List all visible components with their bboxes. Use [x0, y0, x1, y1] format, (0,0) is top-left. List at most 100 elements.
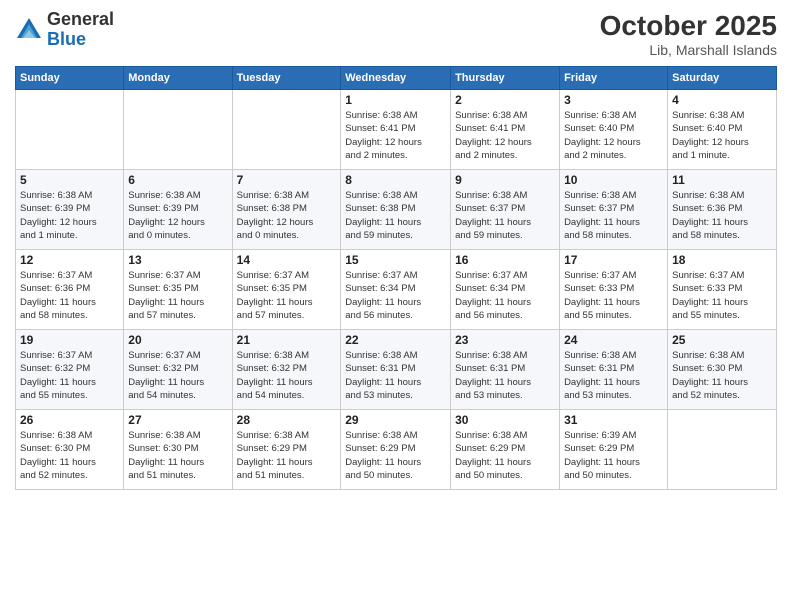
cell-w5-d6: 31 Sunrise: 6:39 AMSunset: 6:29 PMDayligh…: [560, 410, 668, 490]
day-number: 24: [564, 333, 663, 347]
day-number: 31: [564, 413, 663, 427]
day-number: 19: [20, 333, 119, 347]
cell-w3-d1: 12 Sunrise: 6:37 AMSunset: 6:36 PMDayligh…: [16, 250, 124, 330]
day-info: Sunrise: 6:38 AMSunset: 6:29 PMDaylight:…: [455, 429, 555, 482]
day-number: 21: [237, 333, 337, 347]
day-info: Sunrise: 6:37 AMSunset: 6:34 PMDaylight:…: [345, 269, 446, 322]
cell-w2-d6: 10 Sunrise: 6:38 AMSunset: 6:37 PMDayligh…: [560, 170, 668, 250]
day-number: 12: [20, 253, 119, 267]
header-thursday: Thursday: [451, 67, 560, 90]
cell-w3-d7: 18Sunrise: 6:37 AMSunset: 6:33 PMDayligh…: [668, 250, 777, 330]
day-info: Sunrise: 6:38 AMSunset: 6:36 PMDaylight:…: [672, 189, 772, 242]
day-info: Sunrise: 6:38 AMSunset: 6:30 PMDaylight:…: [128, 429, 227, 482]
cell-w5-d2: 27 Sunrise: 6:38 AMSunset: 6:30 PMDayligh…: [124, 410, 232, 490]
cell-w4-d6: 24 Sunrise: 6:38 AMSunset: 6:31 PMDayligh…: [560, 330, 668, 410]
cell-w1-d3: [232, 90, 341, 170]
header-friday: Friday: [560, 67, 668, 90]
cell-w1-d7: 4 Sunrise: 6:38 AMSunset: 6:40 PMDaylight…: [668, 90, 777, 170]
cell-w5-d3: 28 Sunrise: 6:38 AMSunset: 6:29 PMDayligh…: [232, 410, 341, 490]
day-info: Sunrise: 6:38 AMSunset: 6:30 PMDaylight:…: [672, 349, 772, 402]
day-number: 16: [455, 253, 555, 267]
day-info: Sunrise: 6:38 AMSunset: 6:41 PMDaylight:…: [455, 109, 555, 162]
cell-w1-d1: [16, 90, 124, 170]
day-number: 22: [345, 333, 446, 347]
day-number: 11: [672, 173, 772, 187]
cell-w1-d6: 3 Sunrise: 6:38 AMSunset: 6:40 PMDaylight…: [560, 90, 668, 170]
logo-general: General: [47, 9, 114, 29]
calendar-header: Sunday Monday Tuesday Wednesday Thursday…: [16, 67, 777, 90]
day-number: 14: [237, 253, 337, 267]
cell-w4-d2: 20Sunrise: 6:37 AMSunset: 6:32 PMDayligh…: [124, 330, 232, 410]
header: General Blue October 2025 Lib, Marshall …: [15, 10, 777, 58]
cell-w4-d5: 23 Sunrise: 6:38 AMSunset: 6:31 PMDayligh…: [451, 330, 560, 410]
day-number: 25: [672, 333, 772, 347]
day-info: Sunrise: 6:38 AMSunset: 6:30 PMDaylight:…: [20, 429, 119, 482]
day-number: 27: [128, 413, 227, 427]
header-tuesday: Tuesday: [232, 67, 341, 90]
cell-w2-d5: 9Sunrise: 6:38 AMSunset: 6:37 PMDaylight…: [451, 170, 560, 250]
day-info: Sunrise: 6:38 AMSunset: 6:31 PMDaylight:…: [564, 349, 663, 402]
cell-w2-d1: 5Sunrise: 6:38 AMSunset: 6:39 PMDaylight…: [16, 170, 124, 250]
page: General Blue October 2025 Lib, Marshall …: [0, 0, 792, 612]
location: Lib, Marshall Islands: [600, 42, 777, 58]
day-info: Sunrise: 6:38 AMSunset: 6:29 PMDaylight:…: [345, 429, 446, 482]
logo: General Blue: [15, 10, 114, 50]
day-info: Sunrise: 6:38 AMSunset: 6:29 PMDaylight:…: [237, 429, 337, 482]
day-number: 8: [345, 173, 446, 187]
day-number: 15: [345, 253, 446, 267]
cell-w2-d3: 7Sunrise: 6:38 AMSunset: 6:38 PMDaylight…: [232, 170, 341, 250]
day-info: Sunrise: 6:38 AMSunset: 6:40 PMDaylight:…: [564, 109, 663, 162]
day-number: 17: [564, 253, 663, 267]
logo-icon: [15, 16, 43, 44]
header-saturday: Saturday: [668, 67, 777, 90]
day-info: Sunrise: 6:38 AMSunset: 6:37 PMDaylight:…: [455, 189, 555, 242]
cell-w1-d5: 2Sunrise: 6:38 AMSunset: 6:41 PMDaylight…: [451, 90, 560, 170]
cell-w3-d4: 15 Sunrise: 6:37 AMSunset: 6:34 PMDayligh…: [341, 250, 451, 330]
cell-w2-d4: 8 Sunrise: 6:38 AMSunset: 6:38 PMDaylight…: [341, 170, 451, 250]
cell-w2-d2: 6Sunrise: 6:38 AMSunset: 6:39 PMDaylight…: [124, 170, 232, 250]
cell-w3-d2: 13Sunrise: 6:37 AMSunset: 6:35 PMDayligh…: [124, 250, 232, 330]
day-number: 10: [564, 173, 663, 187]
week-row-1: 1 Sunrise: 6:38 AMSunset: 6:41 PMDaylight…: [16, 90, 777, 170]
cell-w2-d7: 11 Sunrise: 6:38 AMSunset: 6:36 PMDayligh…: [668, 170, 777, 250]
week-row-5: 26 Sunrise: 6:38 AMSunset: 6:30 PMDayligh…: [16, 410, 777, 490]
cell-w3-d3: 14 Sunrise: 6:37 AMSunset: 6:35 PMDayligh…: [232, 250, 341, 330]
day-info: Sunrise: 6:37 AMSunset: 6:32 PMDaylight:…: [20, 349, 119, 402]
day-info: Sunrise: 6:37 AMSunset: 6:36 PMDaylight:…: [20, 269, 119, 322]
cell-w4-d1: 19 Sunrise: 6:37 AMSunset: 6:32 PMDayligh…: [16, 330, 124, 410]
day-number: 7: [237, 173, 337, 187]
header-wednesday: Wednesday: [341, 67, 451, 90]
day-info: Sunrise: 6:37 AMSunset: 6:33 PMDaylight:…: [564, 269, 663, 322]
day-info: Sunrise: 6:38 AMSunset: 6:31 PMDaylight:…: [345, 349, 446, 402]
day-number: 3: [564, 93, 663, 107]
day-info: Sunrise: 6:38 AMSunset: 6:38 PMDaylight:…: [345, 189, 446, 242]
day-info: Sunrise: 6:38 AMSunset: 6:40 PMDaylight:…: [672, 109, 772, 162]
day-number: 28: [237, 413, 337, 427]
logo-blue: Blue: [47, 29, 86, 49]
day-info: Sunrise: 6:38 AMSunset: 6:31 PMDaylight:…: [455, 349, 555, 402]
cell-w4-d7: 25 Sunrise: 6:38 AMSunset: 6:30 PMDayligh…: [668, 330, 777, 410]
day-number: 13: [128, 253, 227, 267]
day-number: 30: [455, 413, 555, 427]
day-number: 23: [455, 333, 555, 347]
day-number: 29: [345, 413, 446, 427]
calendar-body: 1 Sunrise: 6:38 AMSunset: 6:41 PMDaylight…: [16, 90, 777, 490]
cell-w5-d1: 26 Sunrise: 6:38 AMSunset: 6:30 PMDayligh…: [16, 410, 124, 490]
day-number: 1: [345, 93, 446, 107]
cell-w4-d4: 22 Sunrise: 6:38 AMSunset: 6:31 PMDayligh…: [341, 330, 451, 410]
title-block: October 2025 Lib, Marshall Islands: [600, 10, 777, 58]
cell-w4-d3: 21Sunrise: 6:38 AMSunset: 6:32 PMDayligh…: [232, 330, 341, 410]
header-sunday: Sunday: [16, 67, 124, 90]
day-info: Sunrise: 6:37 AMSunset: 6:35 PMDaylight:…: [237, 269, 337, 322]
day-info: Sunrise: 6:39 AMSunset: 6:29 PMDaylight:…: [564, 429, 663, 482]
day-info: Sunrise: 6:38 AMSunset: 6:39 PMDaylight:…: [128, 189, 227, 242]
day-number: 26: [20, 413, 119, 427]
weekday-header-row: Sunday Monday Tuesday Wednesday Thursday…: [16, 67, 777, 90]
day-number: 4: [672, 93, 772, 107]
day-info: Sunrise: 6:38 AMSunset: 6:41 PMDaylight:…: [345, 109, 446, 162]
day-info: Sunrise: 6:38 AMSunset: 6:37 PMDaylight:…: [564, 189, 663, 242]
week-row-3: 12 Sunrise: 6:37 AMSunset: 6:36 PMDayligh…: [16, 250, 777, 330]
logo-text: General Blue: [47, 10, 114, 50]
header-monday: Monday: [124, 67, 232, 90]
day-number: 20: [128, 333, 227, 347]
